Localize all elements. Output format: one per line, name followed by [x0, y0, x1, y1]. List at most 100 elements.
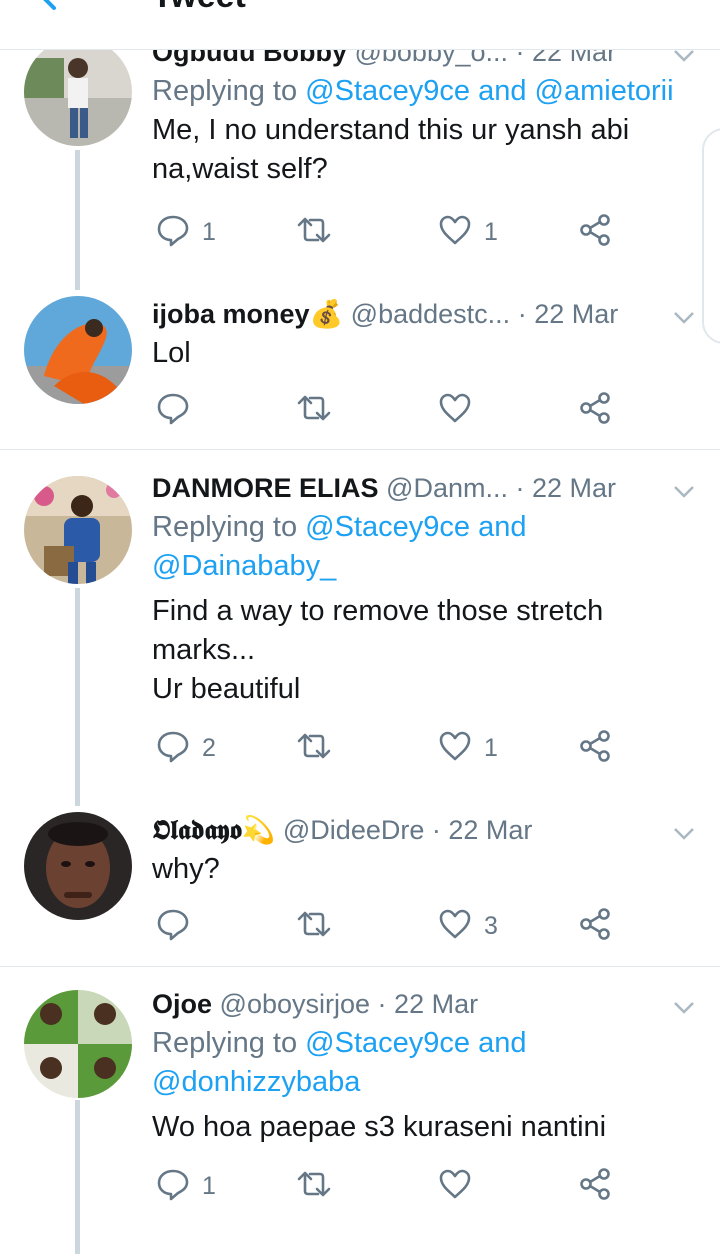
avatar[interactable] [24, 476, 132, 584]
retweet-icon [296, 1167, 332, 1206]
tweet-actions: 2 1 [152, 726, 632, 770]
mention-link[interactable]: @donhizzybaba [152, 1066, 360, 1098]
display-name[interactable]: ijoba money💰 [152, 299, 343, 329]
replying-label: Replying to [152, 511, 298, 543]
tweet[interactable]: ijoba money💰 @baddestc... · 22 Mar Lol [0, 290, 720, 450]
mention-link[interactable]: @amietorii [535, 75, 674, 107]
heart-icon [438, 214, 472, 251]
user-handle[interactable]: @oboysirjoe [220, 989, 370, 1019]
tweet-text: Lol [152, 337, 191, 369]
thread-line [75, 1100, 80, 1254]
display-name[interactable]: DANMORE ELIAS [152, 473, 379, 503]
like-button[interactable] [438, 388, 484, 432]
retweet-icon [296, 391, 332, 430]
user-handle[interactable]: @DideeDre [283, 815, 424, 845]
separator-dot: · [431, 815, 441, 845]
tweet-time[interactable]: 22 Mar [534, 299, 618, 329]
heart-icon [438, 392, 472, 429]
user-handle[interactable]: @baddestc... [351, 299, 511, 329]
tweet-text: Me, I no understand this ur yansh abi na… [152, 114, 630, 185]
reply-count: 2 [202, 733, 216, 762]
reply-button[interactable] [156, 388, 202, 432]
reply-icon [156, 1167, 190, 1206]
separator-dot: · [515, 473, 525, 503]
display-name[interactable]: Ojoe [152, 989, 212, 1019]
like-count: 1 [484, 217, 498, 246]
divider [0, 966, 720, 967]
retweet-button[interactable] [296, 1164, 344, 1208]
share-button[interactable] [578, 388, 612, 432]
like-button[interactable] [438, 1164, 484, 1208]
replying-label: Replying to [152, 75, 298, 107]
avatar[interactable] [24, 990, 132, 1098]
retweet-icon [296, 907, 332, 946]
retweet-button[interactable] [296, 726, 344, 770]
tweet-text: Wo hoa paepae s3 kuraseni nantini [152, 1111, 607, 1143]
chevron-down-icon[interactable] [672, 474, 696, 514]
share-button[interactable] [578, 1164, 612, 1208]
tweet-time[interactable]: 22 Mar [394, 989, 478, 1019]
avatar[interactable] [24, 38, 132, 146]
tweet[interactable]: DANMORE ELIAS @Danm... · 22 Mar Replying… [0, 450, 720, 806]
share-button[interactable] [578, 210, 612, 254]
reply-button[interactable]: 2 [156, 726, 216, 770]
and-word: and [478, 75, 527, 107]
and-word: and [478, 1027, 527, 1059]
chevron-down-icon[interactable] [672, 990, 696, 1030]
share-button[interactable] [578, 726, 612, 770]
avatar[interactable] [24, 296, 132, 404]
heart-icon [438, 1168, 472, 1205]
mention-link[interactable]: @Dainababy_ [152, 550, 336, 582]
reply-button[interactable]: 1 [156, 1164, 216, 1208]
replying-label: Replying to [152, 1027, 298, 1059]
mention-link[interactable]: @Stacey9ce [305, 511, 470, 543]
like-button[interactable]: 1 [438, 726, 498, 770]
separator-dot: · [377, 989, 387, 1019]
chevron-down-icon[interactable] [672, 816, 696, 856]
thread-line [75, 150, 80, 290]
reply-icon [156, 729, 190, 768]
display-name[interactable]: 𝕺𝖑𝖆𝖉𝖆𝖞𝖔💫 [152, 815, 275, 846]
mention-link[interactable]: @Stacey9ce [305, 1027, 470, 1059]
reply-button[interactable]: 1 [156, 210, 216, 254]
tweet[interactable]: Ojoe @oboysirjoe · 22 Mar Replying to @S… [0, 968, 720, 1254]
reply-count: 1 [202, 217, 216, 246]
tweet-text: Find a way to remove those stretch marks… [152, 595, 604, 705]
chevron-down-icon[interactable] [672, 300, 696, 340]
user-handle[interactable]: @Danm... [386, 473, 508, 503]
thread-line [75, 588, 80, 806]
like-button[interactable]: 1 [438, 210, 498, 254]
page-title: Tweet [152, 0, 246, 18]
retweet-icon [296, 213, 332, 252]
retweet-button[interactable] [296, 388, 344, 432]
retweet-button[interactable] [296, 210, 344, 254]
like-count: 1 [484, 733, 498, 762]
share-icon [578, 729, 612, 768]
retweet-icon [296, 729, 332, 768]
reply-button[interactable] [156, 904, 202, 948]
share-icon [578, 391, 612, 430]
reply-icon [156, 213, 190, 252]
back-arrow-icon[interactable] [30, 0, 64, 17]
separator-dot: · [517, 299, 527, 329]
retweet-button[interactable] [296, 904, 344, 948]
reply-icon [156, 907, 190, 946]
replying-to: Replying to @Stacey9ce and @amietorii [152, 72, 696, 111]
tweet-actions: 1 1 [152, 210, 632, 254]
like-button[interactable]: 3 [438, 904, 498, 948]
share-icon [578, 1167, 612, 1206]
tweet-actions: 3 [152, 904, 632, 948]
tweet-text: why? [152, 853, 220, 885]
avatar[interactable] [24, 812, 132, 920]
tweet-time[interactable]: 22 Mar [448, 815, 532, 845]
tweet[interactable]: 𝕺𝖑𝖆𝖉𝖆𝖞𝖔💫 @DideeDre · 22 Mar why? 3 [0, 794, 720, 968]
top-bar: Tweet [0, 0, 720, 50]
share-button[interactable] [578, 904, 612, 948]
heart-icon [438, 908, 472, 945]
and-word: and [478, 511, 527, 543]
replying-to: Replying to @Stacey9ce and @donhizzybaba [152, 1024, 696, 1102]
tweet-time[interactable]: 22 Mar [532, 473, 616, 503]
share-icon [578, 907, 612, 946]
mention-link[interactable]: @Stacey9ce [305, 75, 470, 107]
heart-icon [438, 730, 472, 767]
